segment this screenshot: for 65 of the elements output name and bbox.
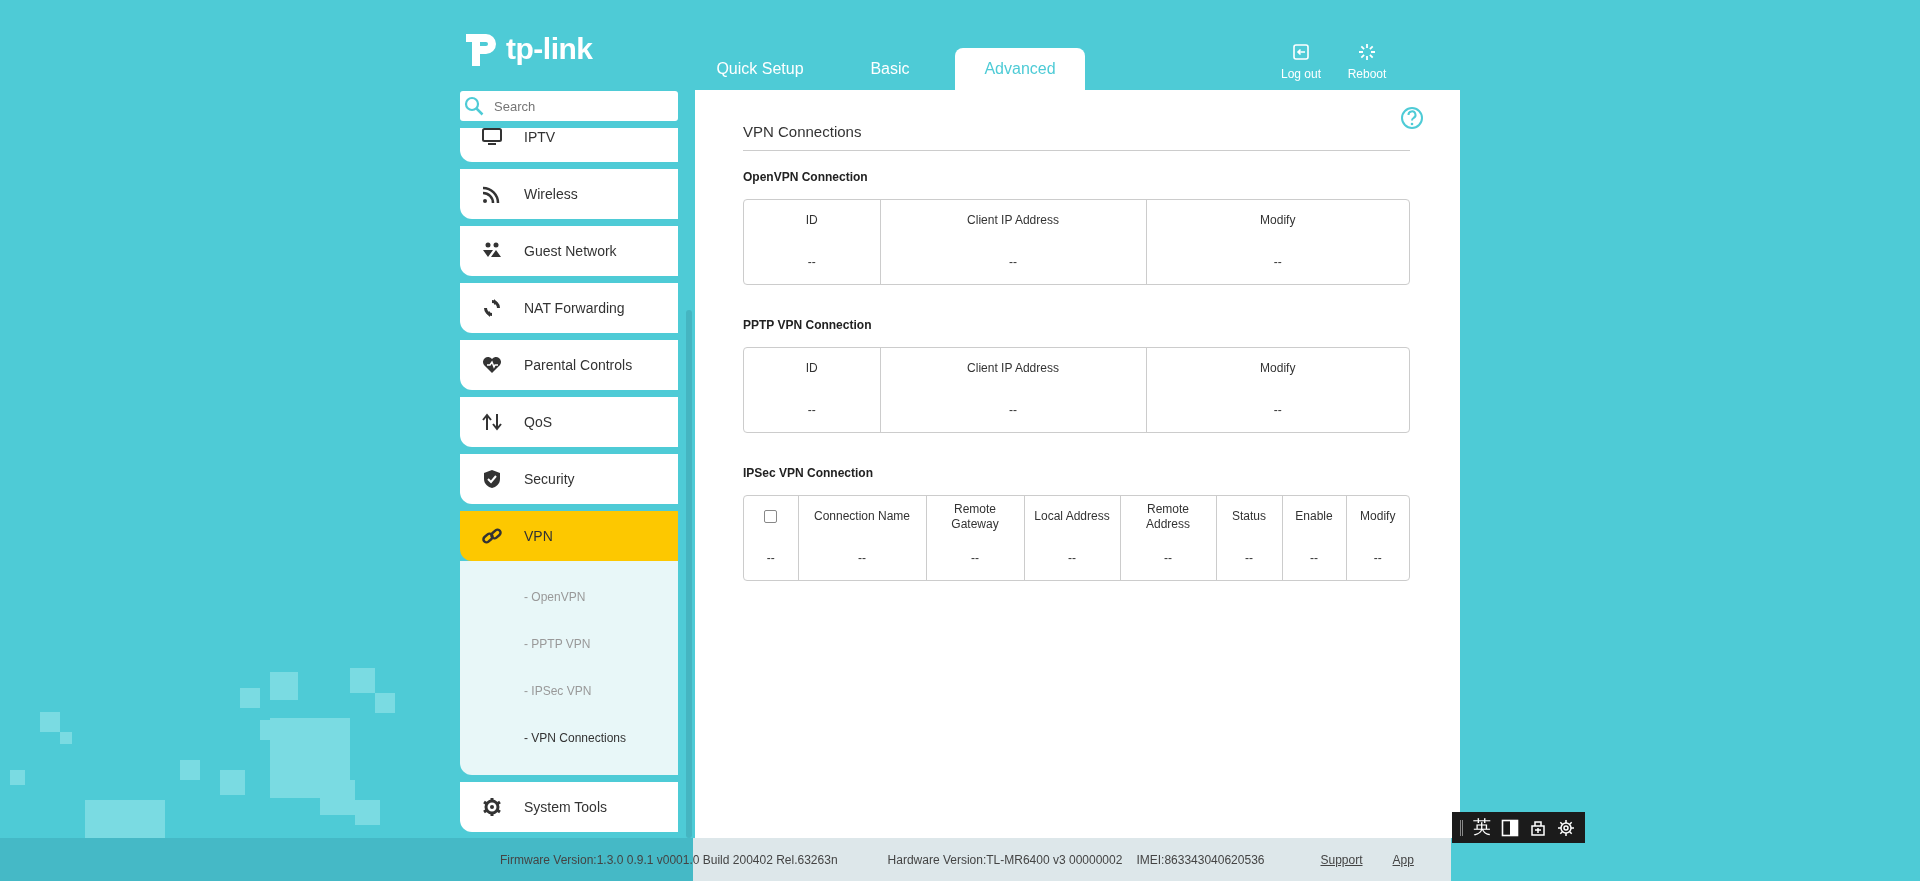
sidebar-item[interactable]: VPN (460, 511, 678, 561)
table-cell: -- (926, 537, 1024, 580)
imei-number: IMEI:863343040620536 (1136, 851, 1265, 869)
column-header: Enable (1282, 495, 1346, 538)
column-header: Local Address (1024, 495, 1120, 538)
table-cell: -- (798, 537, 926, 580)
sidebar-item[interactable]: Security (460, 454, 678, 504)
page-title: VPN Connections (743, 121, 1410, 151)
column-header: ID (744, 347, 880, 390)
sidebar-item[interactable]: System Tools (460, 782, 678, 832)
search-field[interactable]: Search (460, 91, 678, 121)
column-header: Status (1216, 495, 1282, 538)
sidebar-item[interactable]: QoS (460, 397, 678, 447)
table-cell: -- (744, 241, 880, 284)
footer-link[interactable]: Support (1320, 850, 1363, 869)
sunburst-icon (1358, 43, 1376, 61)
table-cell: -- (744, 537, 798, 580)
logo: tp-link (460, 26, 695, 71)
column-header: Remote Gateway (926, 495, 1024, 538)
table-cell: -- (1346, 537, 1409, 580)
section-heading: OpenVPN Connection (743, 168, 869, 186)
column-header: Client IP Address (880, 347, 1146, 390)
cycle-icon (482, 298, 502, 318)
sidebar-item[interactable]: NAT Forwarding (460, 283, 678, 333)
logout-icon (1292, 43, 1310, 61)
table-cell: -- (1216, 537, 1282, 580)
up-down-arrows-icon (482, 412, 502, 432)
table-cell: -- (1120, 537, 1216, 580)
column-header: Client IP Address (880, 199, 1146, 242)
table-cell: -- (880, 241, 1146, 284)
settings-icon[interactable] (1557, 818, 1575, 837)
monitor-icon (482, 128, 502, 147)
toolbar-grip (1460, 819, 1463, 836)
column-header: ID (744, 199, 880, 242)
signal-icon (482, 184, 502, 204)
table-cell: -- (1146, 389, 1409, 432)
checkbox[interactable] (764, 510, 778, 524)
column-header: Remote Address (1120, 495, 1216, 538)
heart-icon (482, 355, 502, 375)
chain-link-icon (482, 526, 502, 546)
gear-icon (482, 797, 502, 817)
table-cell: -- (1024, 537, 1120, 580)
section-heading: IPSec VPN Connection (743, 464, 875, 482)
toolbox-icon[interactable] (1529, 818, 1547, 837)
column-header: Modify (1146, 199, 1409, 242)
sidebar-item[interactable]: Guest Network (460, 226, 678, 276)
half-width-icon[interactable] (1501, 818, 1519, 837)
table-cell: -- (1146, 241, 1409, 284)
input-mode-toggle[interactable]: 英 (1473, 814, 1491, 841)
submenu-item[interactable]: - VPN Connections (460, 714, 678, 761)
scrollbar-thumb[interactable] (686, 310, 692, 838)
column-header: Modify (1146, 347, 1409, 390)
table-cell: -- (1282, 537, 1346, 580)
sidebar-item[interactable]: Parental Controls (460, 340, 678, 390)
table-cell: -- (880, 389, 1146, 432)
sidebar-item[interactable]: Wireless (460, 169, 678, 219)
sidebar-item[interactable]: IPTV (460, 128, 678, 162)
table-cell: -- (744, 389, 880, 432)
column-header: Modify (1346, 495, 1409, 538)
shield-icon (482, 469, 502, 489)
hardware-version: Hardware Version:TL-MR6400 v3 00000002 (887, 851, 1123, 869)
footer-link[interactable]: App (1392, 850, 1414, 869)
search-icon (464, 96, 484, 116)
section-heading: PPTP VPN Connection (743, 316, 873, 334)
column-header: Connection Name (798, 495, 926, 538)
